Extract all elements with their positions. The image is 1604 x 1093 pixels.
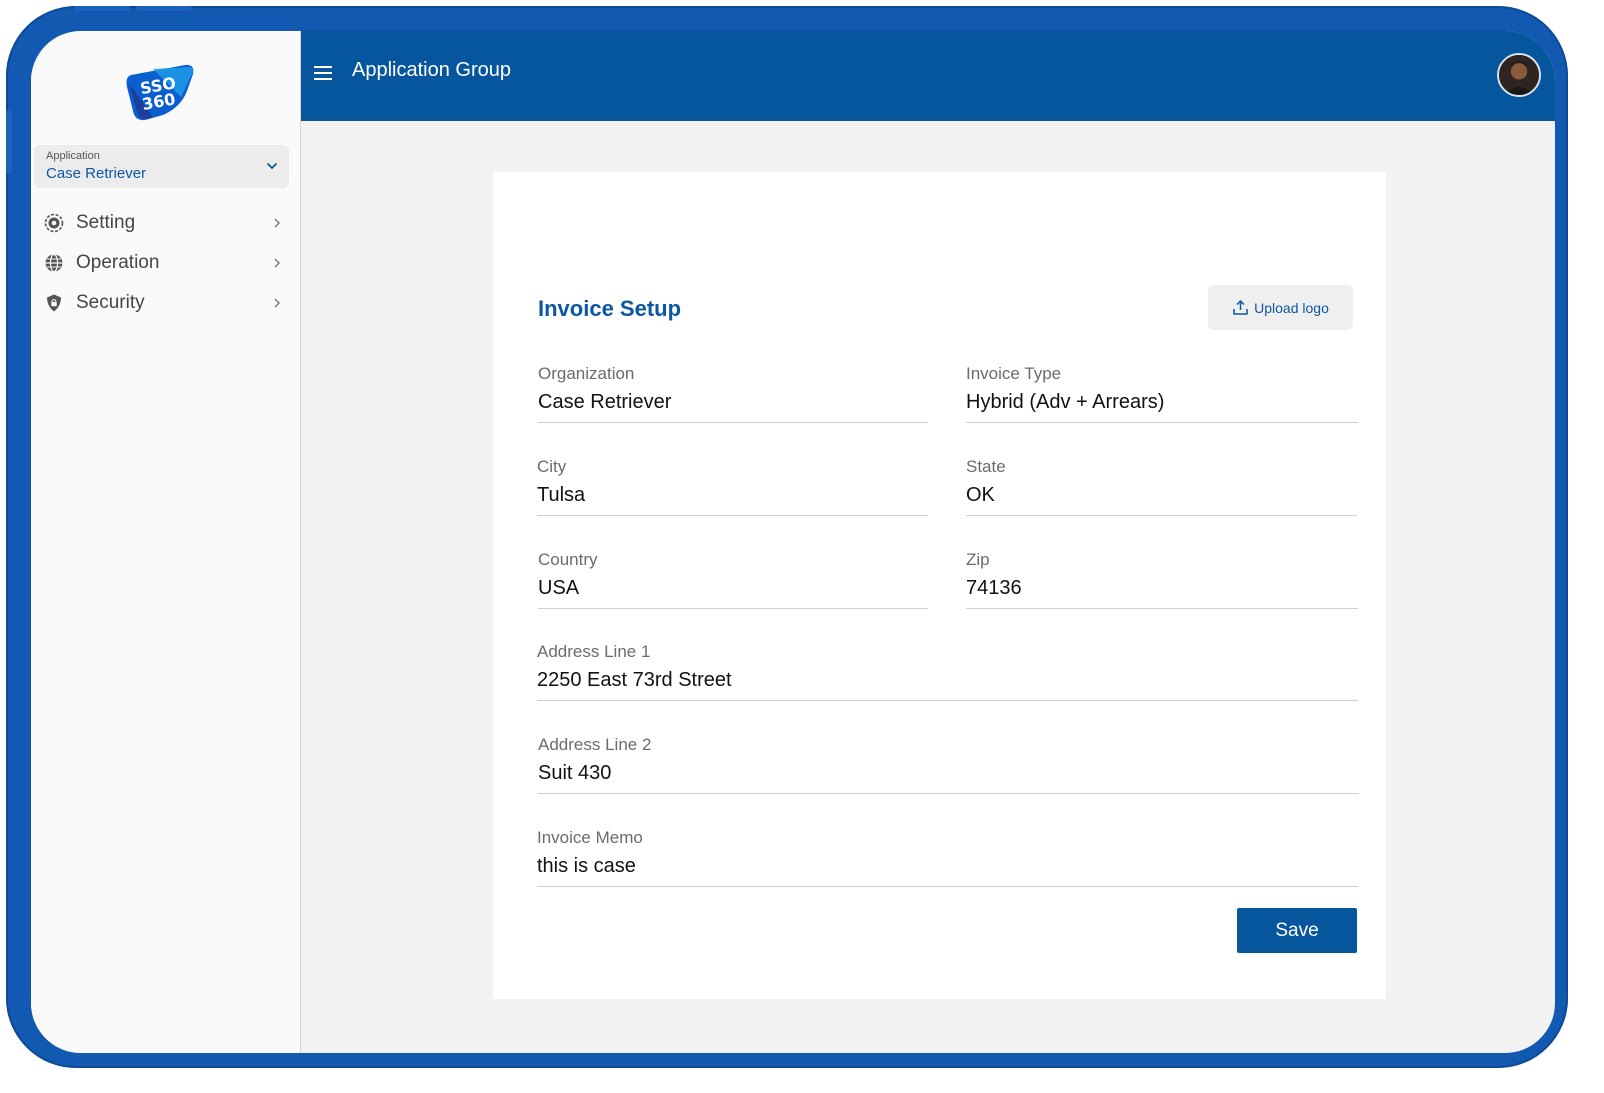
chevron-down-icon bbox=[267, 163, 277, 170]
organization-input[interactable] bbox=[538, 385, 928, 415]
field-label: Address Line 2 bbox=[538, 735, 652, 754]
gear-icon bbox=[44, 213, 64, 233]
invoice-type-input[interactable] bbox=[966, 385, 1358, 415]
chevron-right-icon bbox=[274, 298, 280, 308]
shield-lock-icon bbox=[47, 294, 61, 312]
address-line-2-input[interactable] bbox=[538, 756, 1359, 786]
zip-field: Zip bbox=[966, 549, 1358, 609]
upload-logo-label: Upload logo bbox=[1254, 299, 1329, 316]
device-button bbox=[136, 6, 192, 11]
top-header: Application Group bbox=[301, 31, 1555, 121]
upload-icon bbox=[1233, 299, 1248, 315]
invoice-memo-field: Invoice Memo bbox=[537, 827, 1358, 887]
sidebar-item-label: Setting bbox=[76, 212, 136, 233]
address-line-1-input[interactable] bbox=[537, 663, 1358, 693]
sidebar-item-operation[interactable]: Operation bbox=[31, 243, 301, 283]
field-label: Invoice Memo bbox=[537, 828, 643, 847]
application-selector-label: Application bbox=[46, 150, 100, 162]
invoice-type-field: Invoice Type bbox=[966, 363, 1358, 423]
address-line-1-field: Address Line 1 bbox=[537, 641, 1358, 701]
device-button bbox=[6, 110, 12, 174]
application-selector[interactable]: Application Case Retriever bbox=[34, 145, 289, 188]
field-label: Organization bbox=[538, 364, 635, 383]
hamburger-menu-icon[interactable] bbox=[313, 64, 333, 82]
sidebar-item-label: Operation bbox=[76, 252, 160, 273]
chevron-right-icon bbox=[274, 218, 280, 228]
country-field: Country bbox=[538, 549, 928, 609]
address-line-2-field: Address Line 2 bbox=[538, 734, 1359, 794]
zip-input[interactable] bbox=[966, 571, 1358, 601]
chevron-right-icon bbox=[274, 258, 280, 268]
field-label: Zip bbox=[966, 550, 990, 569]
application-selector-value: Case Retriever bbox=[46, 165, 147, 182]
sso360-logo: SSO 360 bbox=[126, 64, 194, 121]
user-avatar[interactable] bbox=[1497, 53, 1541, 97]
upload-logo-button[interactable]: Upload logo bbox=[1208, 285, 1353, 330]
screen: SSO 360 Application Case Retriever Setti… bbox=[31, 31, 1555, 1053]
device-frame: SSO 360 Application Case Retriever Setti… bbox=[6, 6, 1568, 1068]
city-field: City bbox=[537, 456, 928, 516]
globe-icon bbox=[45, 253, 63, 273]
save-button[interactable]: Save bbox=[1237, 908, 1357, 953]
organization-field: Organization bbox=[538, 363, 928, 423]
page-title: Application Group bbox=[352, 59, 511, 81]
state-input[interactable] bbox=[966, 478, 1357, 508]
sidebar-item-security[interactable]: Security bbox=[31, 283, 301, 323]
device-button bbox=[74, 6, 130, 11]
card-title: Invoice Setup bbox=[538, 296, 682, 321]
state-field: State bbox=[966, 456, 1357, 516]
field-label: State bbox=[966, 457, 1006, 476]
sidebar-item-setting[interactable]: Setting bbox=[31, 203, 301, 243]
field-label: Country bbox=[538, 550, 598, 569]
avatar-image bbox=[1499, 55, 1539, 95]
sidebar-item-label: Security bbox=[76, 292, 145, 313]
country-input[interactable] bbox=[538, 571, 928, 601]
sidebar: SSO 360 Application Case Retriever Setti… bbox=[31, 31, 301, 1053]
invoice-setup-card: Invoice Setup Upload logo Organization I… bbox=[493, 172, 1386, 999]
city-input[interactable] bbox=[537, 478, 928, 508]
invoice-memo-input[interactable] bbox=[537, 849, 1358, 879]
sidebar-nav: Setting Operation Security bbox=[31, 203, 301, 323]
field-label: Address Line 1 bbox=[537, 642, 651, 661]
field-label: City bbox=[537, 457, 567, 476]
field-label: Invoice Type bbox=[966, 364, 1062, 383]
